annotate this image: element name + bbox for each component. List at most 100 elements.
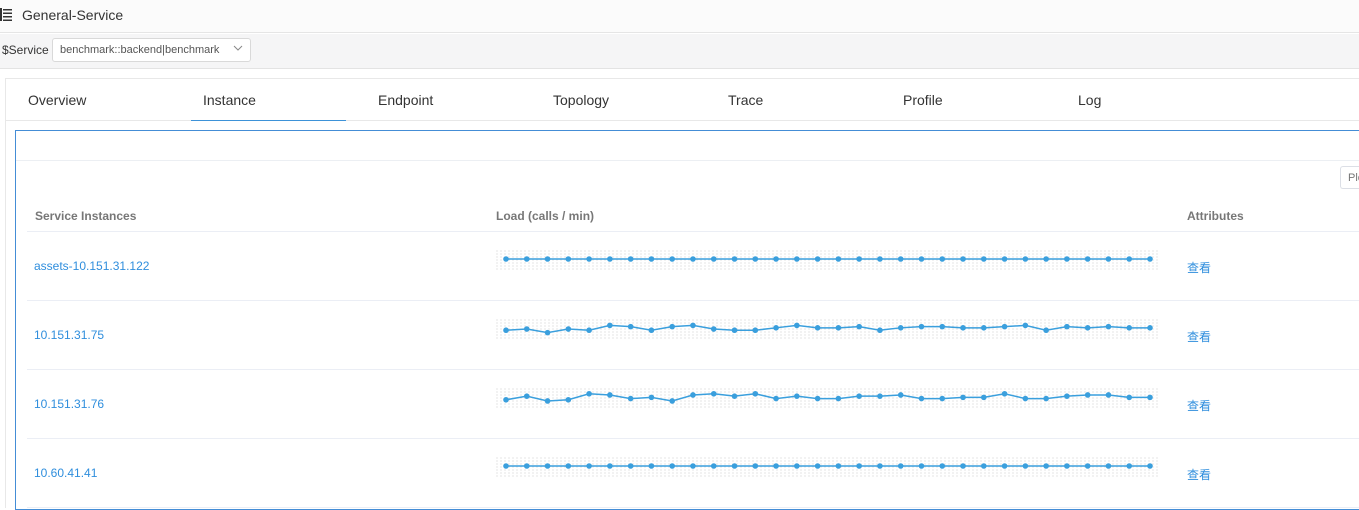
sparkline-point — [731, 393, 738, 399]
sparkline-point — [1084, 463, 1091, 469]
sparkline-point — [731, 463, 738, 469]
sparkline-point — [669, 463, 675, 469]
sparkline-point — [1126, 325, 1133, 331]
sparkline-point — [897, 463, 904, 469]
sparkline-point — [710, 256, 717, 262]
sparkline-point — [960, 256, 966, 262]
sparkline-point — [1147, 463, 1153, 469]
sparkline-point — [877, 463, 883, 469]
sparkline-point — [731, 327, 738, 334]
sparkline-point — [981, 256, 987, 262]
sparkline-point — [918, 395, 925, 402]
sparkline-point — [1084, 392, 1091, 398]
sparkline-point — [1105, 463, 1112, 469]
sparkline-point — [565, 463, 572, 469]
sparkline-point — [1043, 463, 1049, 469]
sparkline-point — [752, 463, 759, 469]
sparkline-point — [523, 326, 530, 332]
sparkline-point — [1064, 323, 1070, 330]
sparkline-point — [1105, 323, 1112, 330]
service-select[interactable]: benchmark::backend|benchmark — [52, 38, 251, 62]
sparkline-point — [607, 322, 613, 329]
sparkline-point — [710, 326, 717, 332]
sparkline-point — [1147, 325, 1153, 331]
service-filter-label: $Service — [2, 43, 49, 57]
sparkline-point — [1022, 256, 1029, 262]
tab-instance[interactable]: Instance — [191, 79, 346, 121]
instance-list-panel: Service Instances Load (calls / min) Att… — [15, 130, 1359, 510]
sparkline-point — [544, 398, 551, 404]
chevron-down-icon — [233, 45, 243, 51]
table-row: 10.151.31.75 查看 — [27, 301, 1359, 370]
attributes-link[interactable]: 查看 — [1187, 397, 1211, 414]
tab-topology[interactable]: Topology — [553, 79, 643, 121]
sparkline-point — [835, 395, 842, 402]
sparkline-point — [1043, 256, 1049, 262]
sparkline-point — [752, 390, 759, 397]
sparkline-point — [523, 256, 530, 262]
attributes-link[interactable]: 查看 — [1187, 328, 1211, 345]
list-icon[interactable] — [0, 8, 12, 21]
sparkline-point — [669, 323, 675, 330]
sparkline-point — [690, 463, 696, 469]
tab-trace[interactable]: Trace — [728, 79, 818, 121]
sparkline-point — [731, 256, 738, 262]
attributes-link[interactable]: 查看 — [1187, 259, 1211, 276]
tab-log[interactable]: Log — [1078, 79, 1138, 121]
sparkline-point — [669, 398, 675, 404]
tab-profile[interactable]: Profile — [903, 79, 993, 121]
instance-name-link[interactable]: 10.151.31.75 — [34, 328, 104, 342]
sparkline-point — [773, 325, 779, 331]
instance-name-link[interactable]: assets-10.151.31.122 — [34, 259, 149, 273]
sparkline-point — [565, 326, 572, 332]
table-row: 10.151.31.76 查看 — [27, 370, 1359, 439]
sparkline-point — [690, 322, 696, 329]
sparkline-point — [773, 463, 779, 469]
column-header-attributes: Attributes — [1187, 209, 1244, 223]
sparkline-point — [544, 329, 551, 336]
sparkline-point — [503, 463, 509, 469]
sparkline-point — [648, 463, 655, 469]
sparkline-point — [835, 256, 842, 262]
sparkline-point — [1147, 394, 1153, 401]
sparkline-point — [1126, 463, 1133, 469]
sparkline-point — [856, 323, 862, 330]
sparkline-point — [1001, 256, 1008, 262]
sparkline-point — [710, 463, 717, 469]
tab-overview[interactable]: Overview — [28, 79, 118, 121]
sparkline-point — [1084, 256, 1091, 262]
tab-endpoint[interactable]: Endpoint — [378, 79, 468, 121]
sparkline-point — [939, 323, 946, 330]
sparkline-point — [607, 463, 613, 469]
sparkline-point — [814, 256, 821, 262]
sparkline-point — [523, 463, 530, 469]
sparkline-point — [544, 256, 551, 262]
sparkline-point — [835, 463, 842, 469]
page-title: General-Service — [22, 7, 124, 23]
sparkline-point — [1064, 393, 1070, 399]
sparkline-point — [627, 395, 634, 402]
filter-bar: $Service benchmark::backend|benchmark — [0, 34, 1359, 69]
instance-name-link[interactable]: 10.151.31.76 — [34, 397, 104, 411]
sparkline-point — [1022, 322, 1029, 329]
sparkline-point — [669, 256, 675, 262]
instance-name-link[interactable]: 10.60.41.41 — [34, 466, 97, 480]
sparkline-point — [897, 392, 904, 398]
attributes-link[interactable]: 查看 — [1187, 466, 1211, 483]
sparkline-point — [814, 395, 821, 402]
sparkline-point — [607, 256, 613, 262]
search-input[interactable] — [1341, 167, 1359, 188]
sparkline-point — [710, 390, 717, 397]
sparkline-point — [773, 395, 779, 402]
sparkline-point — [981, 463, 987, 469]
sparkline-point — [586, 390, 592, 397]
sparkline-point — [648, 256, 655, 262]
sparkline-point — [918, 256, 925, 262]
sparkline-point — [503, 396, 509, 403]
sparkline-point — [544, 463, 551, 469]
sparkline-point — [856, 393, 862, 399]
sparkline-point — [960, 394, 966, 401]
search-box[interactable] — [1340, 166, 1359, 189]
column-header-load: Load (calls / min) — [496, 209, 595, 223]
sparkline-point — [1043, 395, 1049, 402]
